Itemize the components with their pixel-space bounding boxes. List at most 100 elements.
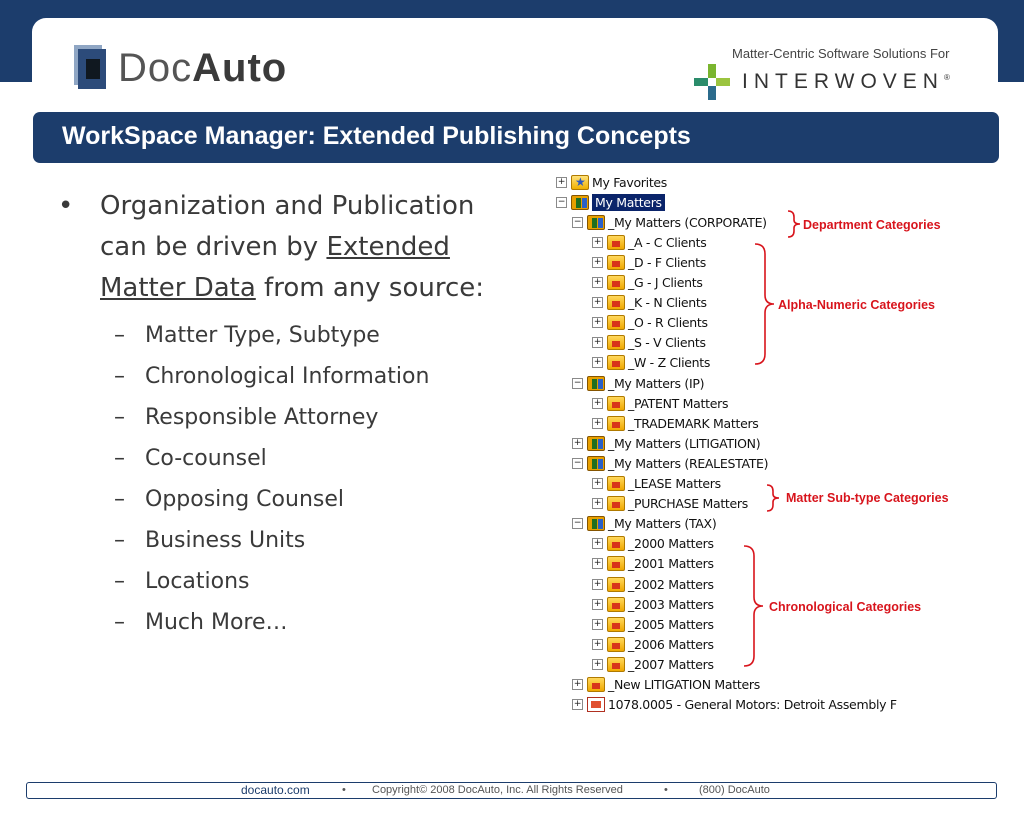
tree-node[interactable]: + _New LITIGATION Matters	[572, 675, 760, 695]
tree-node[interactable]: + _2006 Matters	[592, 634, 714, 654]
tree-node-label[interactable]: _2007 Matters	[628, 657, 714, 672]
tree-node-label[interactable]: _K - N Clients	[628, 295, 707, 310]
tree-node[interactable]: + _A - C Clients	[592, 232, 707, 252]
sub-bullet: – Business Units	[114, 528, 306, 553]
tree-node-label[interactable]: _My Matters (IP)	[608, 376, 704, 391]
tree-node-label[interactable]: My Matters	[592, 193, 665, 211]
tree-node[interactable]: + _O - R Clients	[592, 313, 708, 333]
footer-bar: docauto.com • Copyright© 2008 DocAuto, I…	[26, 782, 997, 799]
tree-node-label[interactable]: _D - F Clients	[628, 255, 706, 270]
tree-node-label[interactable]: _2002 Matters	[628, 577, 714, 592]
expand-icon[interactable]: +	[592, 498, 603, 510]
expand-icon[interactable]: +	[592, 337, 603, 349]
tree-node-label[interactable]: _A - C Clients	[628, 235, 707, 250]
sub-bullet: – Responsible Attorney	[114, 405, 379, 430]
tree-node-label[interactable]: My Favorites	[592, 175, 667, 190]
tree-node-label[interactable]: _2003 Matters	[628, 597, 714, 612]
tree-node[interactable]: + My Favorites	[556, 172, 667, 192]
matters-icon	[587, 435, 605, 451]
tree-node[interactable]: + _2003 Matters	[592, 594, 714, 614]
expand-icon[interactable]: +	[592, 578, 603, 590]
tree-node-label[interactable]: _New LITIGATION Matters	[608, 677, 760, 692]
expand-icon[interactable]: +	[592, 598, 603, 610]
tree-node[interactable]: + _2002 Matters	[592, 574, 714, 594]
tree-node-label[interactable]: _My Matters (REALESTATE)	[608, 456, 769, 471]
footer-separator: •	[342, 784, 346, 796]
expand-icon[interactable]: +	[592, 297, 603, 309]
expand-icon[interactable]: +	[592, 256, 603, 268]
folder-icon	[607, 234, 625, 250]
expand-icon[interactable]: +	[592, 618, 603, 630]
collapse-icon[interactable]: −	[572, 518, 583, 530]
expand-icon[interactable]: +	[592, 357, 603, 369]
tree-node-label[interactable]: _LEASE Matters	[628, 476, 721, 491]
tree-node[interactable]: + _PURCHASE Matters	[592, 494, 748, 514]
tree-node[interactable]: + _K - N Clients	[592, 293, 707, 313]
tree-node-label[interactable]: _My Matters (TAX)	[608, 516, 717, 531]
folder-icon	[607, 656, 625, 672]
collapse-icon[interactable]: −	[572, 377, 583, 389]
tree-node-label[interactable]: _2001 Matters	[628, 556, 714, 571]
folder-icon	[607, 536, 625, 552]
folder-icon	[607, 295, 625, 311]
collapse-icon[interactable]: −	[572, 457, 583, 469]
expand-icon[interactable]: +	[592, 236, 603, 248]
tree-node-label[interactable]: _W - Z Clients	[628, 355, 710, 370]
tree-node-label[interactable]: _O - R Clients	[628, 315, 708, 330]
tree-node[interactable]: + _S - V Clients	[592, 333, 706, 353]
tree-node[interactable]: + _2005 Matters	[592, 614, 714, 634]
matter-document-icon	[587, 697, 605, 713]
tree-node-label[interactable]: _S - V Clients	[628, 335, 706, 350]
tree-node[interactable]: − _My Matters (TAX)	[572, 514, 717, 534]
tree-node-label[interactable]: _2000 Matters	[628, 536, 714, 551]
tree-node-label[interactable]: _PURCHASE Matters	[628, 496, 748, 511]
tree-node[interactable]: + _PATENT Matters	[592, 393, 728, 413]
tree-node[interactable]: + _My Matters (LITIGATION)	[572, 433, 761, 453]
expand-icon[interactable]: +	[592, 538, 603, 550]
expand-icon[interactable]: +	[592, 658, 603, 670]
tree-node[interactable]: + _LEASE Matters	[592, 474, 721, 494]
tree-node[interactable]: +1078.0005 - General Motors: Detroit Ass…	[572, 695, 897, 715]
collapse-icon[interactable]: −	[572, 216, 583, 228]
tree-node[interactable]: − _My Matters (REALESTATE)	[572, 453, 769, 473]
expand-icon[interactable]: +	[592, 277, 603, 288]
expand-icon[interactable]: +	[592, 417, 603, 429]
expand-icon[interactable]: +	[572, 437, 583, 449]
tree-node-label[interactable]: _2006 Matters	[628, 637, 714, 652]
tree-node[interactable]: + _2000 Matters	[592, 534, 714, 554]
tree-node[interactable]: − _My Matters (IP)	[572, 373, 704, 393]
annotation-department-categories: Department Categories	[803, 218, 941, 232]
expand-icon[interactable]: +	[592, 558, 603, 570]
expand-icon[interactable]: +	[592, 638, 603, 650]
expand-icon[interactable]: +	[592, 317, 603, 329]
folder-icon	[607, 335, 625, 351]
tree-node[interactable]: + _G - J Clients	[592, 273, 703, 293]
tree-node[interactable]: − _My Matters (CORPORATE)	[572, 212, 767, 232]
tree-node-label[interactable]: _PATENT Matters	[628, 396, 728, 411]
tree-node-label[interactable]: _My Matters (LITIGATION)	[608, 436, 761, 451]
expand-icon[interactable]: +	[592, 397, 603, 409]
sub-bullet: – Locations	[114, 569, 250, 594]
tree-node[interactable]: + _2007 Matters	[592, 654, 714, 674]
footer-copyright: Copyright© 2008 DocAuto, Inc. All Rights…	[372, 784, 623, 796]
tree-node-label[interactable]: _G - J Clients	[628, 275, 703, 290]
tree-node-label[interactable]: _TRADEMARK Matters	[628, 416, 759, 431]
tree-node[interactable]: + _W - Z Clients	[592, 353, 710, 373]
tree-node[interactable]: − My Matters	[556, 192, 665, 212]
expand-icon[interactable]: +	[592, 478, 603, 489]
expand-icon[interactable]: +	[556, 176, 567, 188]
collapse-icon[interactable]: −	[556, 196, 567, 208]
tree-node-label[interactable]: 1078.0005 - General Motors: Detroit Asse…	[608, 697, 897, 712]
matters-icon	[587, 375, 605, 391]
tree-node-label[interactable]: _2005 Matters	[628, 617, 714, 632]
folder-icon	[607, 254, 625, 270]
bullet-content: • Organization and Publication can be dr…	[56, 186, 506, 643]
tree-node[interactable]: + _TRADEMARK Matters	[592, 413, 759, 433]
tree-node[interactable]: + _2001 Matters	[592, 554, 714, 574]
tree-node-label[interactable]: _My Matters (CORPORATE)	[608, 215, 767, 230]
tree-node[interactable]: + _D - F Clients	[592, 252, 706, 272]
matters-icon	[587, 214, 605, 230]
annotation-sub-type-categories: Matter Sub-type Categories	[786, 491, 949, 505]
expand-icon[interactable]: +	[572, 679, 583, 690]
expand-icon[interactable]: +	[572, 699, 583, 711]
